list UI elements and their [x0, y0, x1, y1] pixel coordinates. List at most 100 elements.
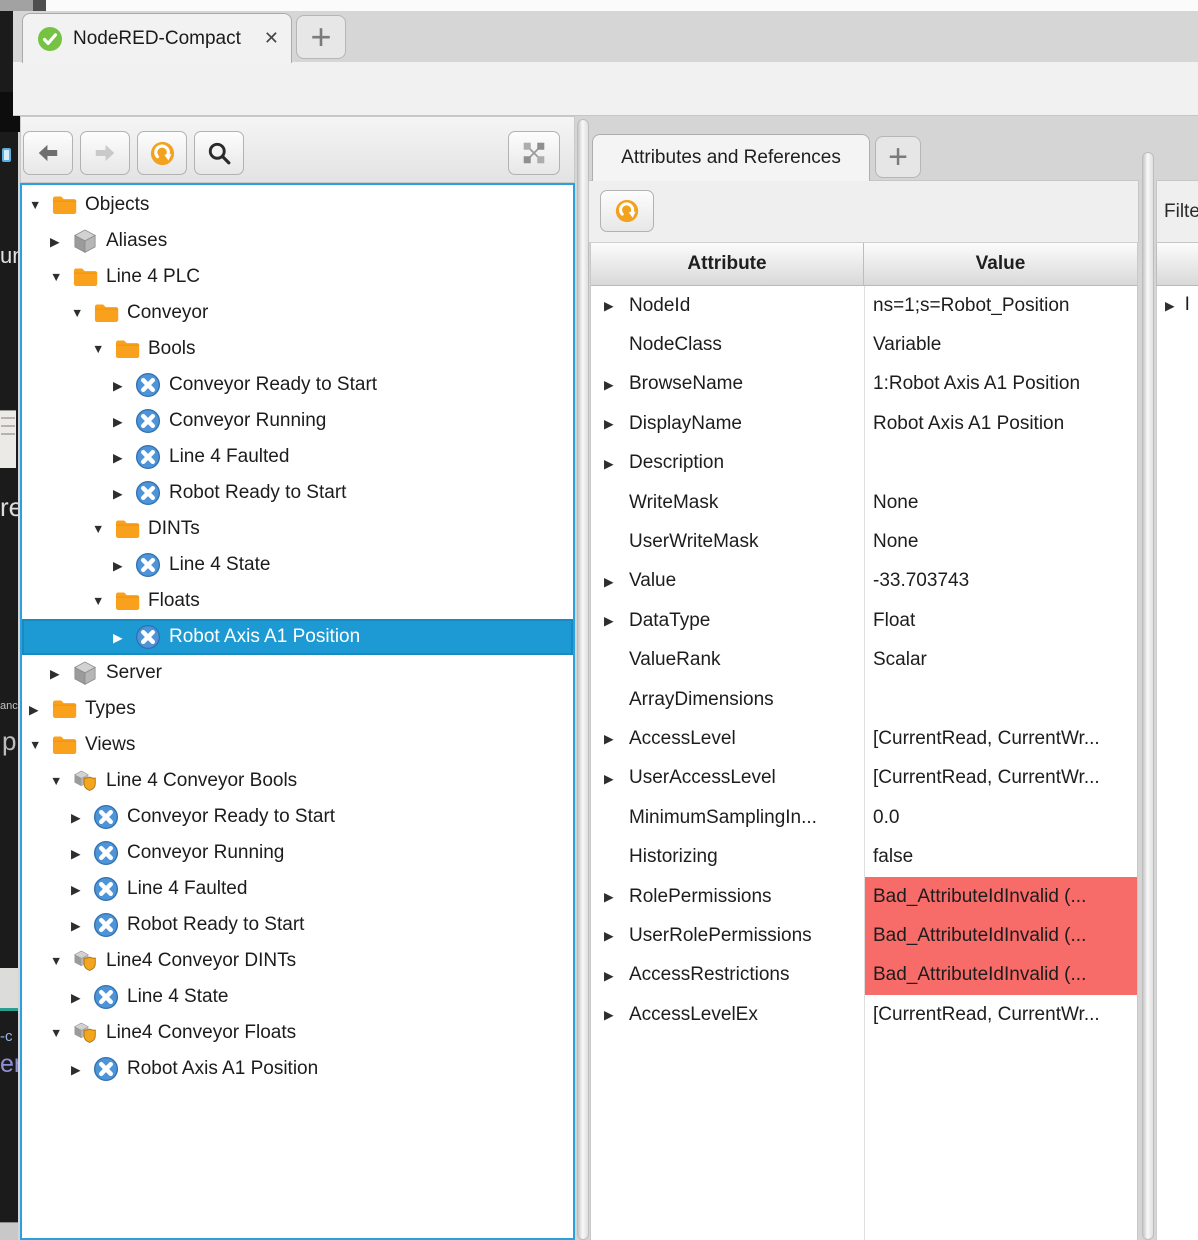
tree-node[interactable]: ▶ Conveyor Running: [22, 835, 573, 871]
attribute-row[interactable]: UserWriteMask None: [591, 522, 1137, 561]
attribute-row[interactable]: WriteMask None: [591, 483, 1137, 522]
left-splitter[interactable]: [577, 119, 589, 1240]
attribute-row[interactable]: ▶ RolePermissions Bad_AttributeIdInvalid…: [591, 877, 1137, 916]
tree-node[interactable]: ▼ Bools: [22, 331, 573, 367]
expander-arrow-icon[interactable]: ▶: [604, 731, 629, 746]
tree-node[interactable]: ▼ Line4 Conveyor Floats: [22, 1015, 573, 1051]
expander-arrow-icon[interactable]: ▶: [604, 377, 629, 392]
tree-node[interactable]: ▶ Robot Ready to Start: [22, 907, 573, 943]
expander-arrow-icon[interactable]: ▶: [604, 771, 629, 786]
expander-arrow-icon[interactable]: ▶: [71, 882, 93, 897]
tree-node[interactable]: ▼ DINTs: [22, 511, 573, 547]
attribute-row[interactable]: ▶ UserRolePermissions Bad_AttributeIdInv…: [591, 916, 1137, 955]
tree-node[interactable]: ▼ Line 4 Conveyor Bools: [22, 763, 573, 799]
tree-node[interactable]: ▶ Aliases: [22, 223, 573, 259]
tree-node[interactable]: ▼ Objects: [22, 187, 573, 223]
tree-node[interactable]: ▶ Types: [22, 691, 573, 727]
expander-arrow-icon[interactable]: ▶: [604, 456, 629, 471]
back-button[interactable]: [23, 131, 73, 175]
tree-node[interactable]: ▶ Robot Axis A1 Position: [22, 619, 573, 655]
tree-node[interactable]: ▶ Line 4 Faulted: [22, 871, 573, 907]
tree-node[interactable]: ▼ Floats: [22, 583, 573, 619]
attribute-row[interactable]: ArrayDimensions: [591, 680, 1137, 719]
tree-node[interactable]: ▶ Conveyor Ready to Start: [22, 799, 573, 835]
new-panel-tab-button[interactable]: +: [875, 136, 921, 178]
expander-arrow-icon[interactable]: ▶: [71, 810, 93, 825]
expander-arrow-icon[interactable]: ▶: [71, 990, 93, 1005]
attribute-row[interactable]: ▶ AccessLevelEx [CurrentRead, CurrentWr.…: [591, 995, 1137, 1034]
node-label: DINTs: [148, 518, 200, 540]
expander-arrow-icon[interactable]: ▶: [604, 928, 629, 943]
connection-tab[interactable]: NodeRED-Compact ✕: [22, 13, 292, 63]
right-splitter[interactable]: [1142, 152, 1154, 1240]
expander-arrow-icon[interactable]: ▶: [604, 574, 629, 589]
tree-node[interactable]: ▶ Line 4 Faulted: [22, 439, 573, 475]
attribute-row[interactable]: ▶ AccessRestrictions Bad_AttributeIdInva…: [591, 956, 1137, 995]
tree-node[interactable]: ▶ Conveyor Ready to Start: [22, 367, 573, 403]
expander-arrow-icon[interactable]: ▶: [604, 968, 629, 983]
tree-node[interactable]: ▶ Conveyor Running: [22, 403, 573, 439]
attribute-row[interactable]: MinimumSamplingIn... 0.0: [591, 798, 1137, 837]
expander-arrow-icon[interactable]: ▼: [71, 306, 93, 320]
expander-arrow-icon[interactable]: ▼: [50, 1026, 72, 1040]
attribute-row[interactable]: ▶ AccessLevel [CurrentRead, CurrentWr...: [591, 719, 1137, 758]
expander-arrow-icon[interactable]: ▶: [604, 416, 629, 431]
attribute-row[interactable]: NodeClass Variable: [591, 325, 1137, 364]
tab-attributes-and-references[interactable]: Attributes and References: [592, 134, 870, 181]
reference-row[interactable]: ▶ I: [1165, 294, 1190, 316]
expander-arrow-icon[interactable]: ▶: [604, 1007, 629, 1022]
expander-arrow-icon[interactable]: ▶: [113, 486, 135, 501]
expander-arrow-icon[interactable]: ▶: [604, 613, 629, 628]
attributes-refresh-button[interactable]: [600, 190, 654, 232]
expander-arrow-icon[interactable]: ▶: [50, 234, 72, 249]
tree-node[interactable]: ▶ Line 4 State: [22, 547, 573, 583]
attribute-row[interactable]: ▶ DisplayName Robot Axis A1 Position: [591, 404, 1137, 443]
attribute-row[interactable]: ▶ DataType Float: [591, 601, 1137, 640]
tab-close-icon[interactable]: ✕: [264, 28, 279, 49]
node-graph-button[interactable]: [508, 131, 560, 175]
expander-arrow-icon[interactable]: ▼: [29, 198, 51, 212]
expander-arrow-icon[interactable]: ▼: [92, 522, 114, 536]
expander-arrow-icon[interactable]: ▶: [71, 918, 93, 933]
expander-arrow-icon[interactable]: ▼: [50, 270, 72, 284]
expander-arrow-icon[interactable]: ▼: [50, 774, 72, 788]
expander-arrow-icon[interactable]: ▶: [113, 630, 135, 645]
forward-button[interactable]: [80, 131, 130, 175]
tree-node[interactable]: ▶ Line 4 State: [22, 979, 573, 1015]
expander-arrow-icon[interactable]: ▶: [113, 414, 135, 429]
attribute-row[interactable]: ▶ BrowseName 1:Robot Axis A1 Position: [591, 365, 1137, 404]
tree-node[interactable]: ▼ Conveyor: [22, 295, 573, 331]
expander-arrow-icon[interactable]: ▼: [29, 738, 51, 752]
expander-arrow-icon[interactable]: ▼: [92, 594, 114, 608]
attribute-row[interactable]: ▶ Value -33.703743: [591, 562, 1137, 601]
tree-node[interactable]: ▼ Line 4 PLC: [22, 259, 573, 295]
tree-node[interactable]: ▶ Server: [22, 655, 573, 691]
expander-arrow-icon[interactable]: ▶: [113, 558, 135, 573]
expander-arrow-icon[interactable]: ▶: [604, 298, 629, 313]
expander-arrow-icon[interactable]: ▶: [604, 889, 629, 904]
expander-arrow-icon[interactable]: ▶: [71, 846, 93, 861]
expander-arrow-icon[interactable]: ▶: [113, 378, 135, 393]
expander-arrow-icon[interactable]: ▼: [92, 342, 114, 356]
search-button[interactable]: [194, 131, 244, 175]
attribute-row[interactable]: ▶ UserAccessLevel [CurrentRead, CurrentW…: [591, 759, 1137, 798]
attribute-row[interactable]: Historizing false: [591, 837, 1137, 876]
tree-node[interactable]: ▶ Robot Ready to Start: [22, 475, 573, 511]
expander-arrow-icon[interactable]: ▶: [50, 666, 72, 681]
expander-arrow-icon[interactable]: ▼: [50, 954, 72, 968]
column-header-value[interactable]: Value: [864, 243, 1137, 286]
expander-arrow-icon[interactable]: ▶: [113, 450, 135, 465]
expander-arrow-icon[interactable]: ▶: [29, 702, 51, 717]
column-header-attribute[interactable]: Attribute: [591, 243, 864, 286]
refresh-button[interactable]: [137, 131, 187, 175]
attribute-row[interactable]: ▶ Description: [591, 444, 1137, 483]
expander-arrow-icon[interactable]: ▶: [1165, 298, 1175, 313]
expander-arrow-icon[interactable]: ▶: [71, 1062, 93, 1077]
new-connection-tab-button[interactable]: +: [296, 15, 346, 59]
tree-node[interactable]: ▼ Line4 Conveyor DINTs: [22, 943, 573, 979]
attribute-row[interactable]: ValueRank Scalar: [591, 641, 1137, 680]
tree-node[interactable]: ▼ Views: [22, 727, 573, 763]
tree-node[interactable]: ▶ Robot Axis A1 Position: [22, 1051, 573, 1087]
attribute-value: Scalar: [873, 649, 927, 671]
attribute-row[interactable]: ▶ NodeId ns=1;s=Robot_Position: [591, 286, 1137, 325]
